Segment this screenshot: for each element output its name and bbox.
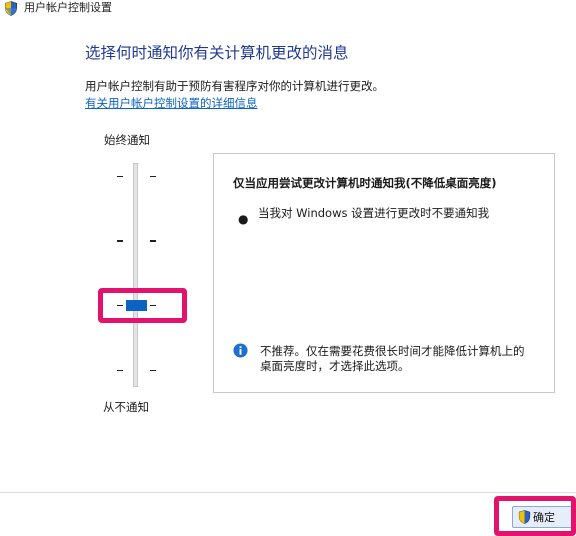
tick-right-level-4: [150, 176, 156, 177]
uac-details-link[interactable]: 有关用户帐户控制设置的详细信息: [85, 96, 258, 111]
notification-level-slider-track[interactable]: [133, 163, 138, 387]
tick-right-level-3: [150, 240, 156, 242]
tick-left-level-3: [117, 240, 123, 242]
tick-right-level-1: [150, 370, 156, 371]
info-icon: [233, 343, 248, 358]
tick-left-level-1: [117, 370, 123, 371]
footer-divider: [0, 492, 576, 493]
bullet-dot: ●: [238, 212, 249, 226]
slider-top-label: 始终通知: [104, 133, 150, 147]
tick-right-level-2: [150, 305, 156, 306]
ok-button[interactable]: 确定: [512, 506, 572, 528]
page-title: 选择何时通知你有关计算机更改的消息: [85, 44, 349, 62]
slider-thumb[interactable]: [126, 300, 147, 311]
tick-left-level-2: [117, 305, 123, 306]
slider-bottom-label: 从不通知: [103, 400, 149, 414]
description-text: 用户帐户控制有助于预防有害程序对你的计算机进行更改。: [85, 79, 384, 93]
uac-settings-window: 用户帐户控制设置 选择何时通知你有关计算机更改的消息 用户帐户控制有助于预防有害…: [0, 0, 576, 536]
level-bullet-text: 当我对 Windows 设置进行更改时不要通知我: [258, 206, 490, 220]
warning-text-line-1: 不推荐。仅在需要花费很长时间才能降低计算机上的: [260, 344, 525, 358]
title-bar: 用户帐户控制设置: [0, 0, 576, 18]
level-heading: 仅当应用尝试更改计算机时通知我(不降低桌面亮度): [233, 176, 497, 190]
ok-button-label: 确定: [533, 511, 555, 524]
uac-shield-icon: [518, 510, 531, 524]
warning-text-line-2: 桌面亮度时，才选择此选项。: [260, 359, 410, 373]
uac-shield-icon: [5, 1, 17, 16]
level-description-panel: 仅当应用尝试更改计算机时通知我(不降低桌面亮度) ● 当我对 Windows 设…: [213, 153, 555, 393]
window-title: 用户帐户控制设置: [24, 1, 112, 14]
tick-left-level-4: [117, 176, 123, 177]
